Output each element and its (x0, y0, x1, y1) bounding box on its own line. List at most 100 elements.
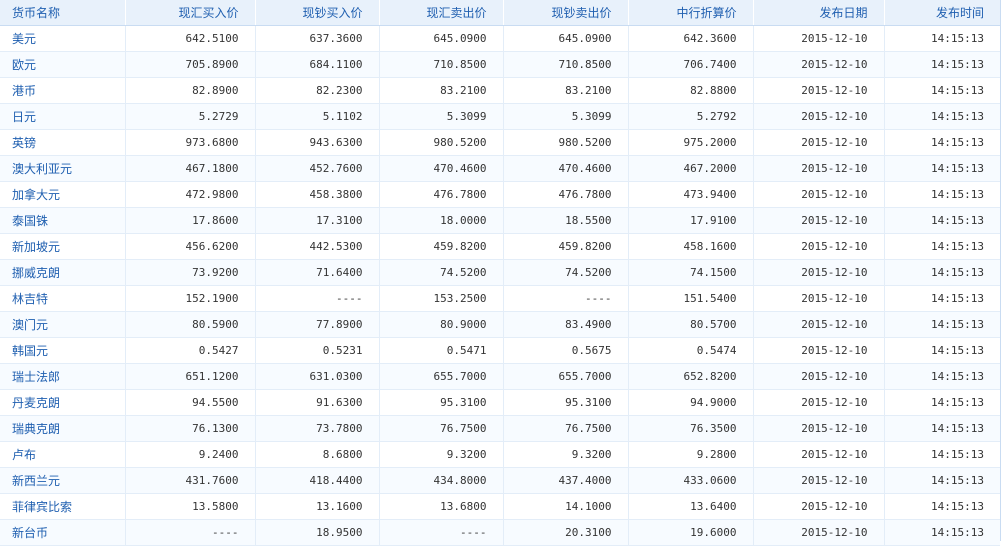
header-spot-buy-rate: 现汇买入价 (125, 0, 256, 26)
conversion-rate-cell: 151.5400 (628, 285, 754, 312)
conversion-rate-cell: 0.5474 (628, 337, 754, 364)
table-row: 瑞士法郎 651.1200 631.0300 655.7000 655.7000 652.… (0, 363, 1000, 390)
conversion-rate-cell: 19.6000 (628, 519, 754, 546)
table-row: 林吉特 152.1900 ---- 153.2500 ---- 151.5400 2015-… (0, 285, 1000, 312)
conversion-rate-cell: 642.3600 (628, 25, 754, 52)
cash-sell-cell: 14.1000 (503, 493, 629, 520)
publish-time-cell: 14:15:13 (884, 389, 1000, 416)
spot-sell-cell: 153.2500 (379, 285, 504, 312)
publish-date-cell: 2015-12-10 (753, 259, 885, 286)
table-row: 菲律宾比索 13.5800 13.1600 13.6800 14.1000 13.6400… (0, 493, 1000, 520)
cash-buy-cell: 5.1102 (255, 103, 380, 130)
publish-date-cell: 2015-12-10 (753, 519, 885, 546)
currency-name-cell: 瑞典克朗 (0, 415, 126, 442)
publish-time-cell: 14:15:13 (884, 363, 1000, 390)
publish-date-cell: 2015-12-10 (753, 207, 885, 234)
spot-sell-cell: 459.8200 (379, 233, 504, 260)
spot-sell-cell: 18.0000 (379, 207, 504, 234)
conversion-rate-cell: 473.9400 (628, 181, 754, 208)
table-row: 港币 82.8900 82.2300 83.2100 83.2100 82.8800 201… (0, 77, 1000, 104)
publish-date-cell: 2015-12-10 (753, 415, 885, 442)
publish-date-cell: 2015-12-10 (753, 285, 885, 312)
publish-time-cell: 14:15:13 (884, 25, 1000, 52)
conversion-rate-cell: 80.5700 (628, 311, 754, 338)
cash-buy-cell: ---- (255, 285, 380, 312)
cash-buy-cell: 418.4400 (255, 467, 380, 494)
cash-buy-cell: 73.7800 (255, 415, 380, 442)
spot-buy-cell: ---- (125, 519, 256, 546)
cash-sell-cell: 9.3200 (503, 441, 629, 468)
exchange-rate-table: 货币名称 现汇买入价 现钞买入价 现汇卖出价 现钞卖出价 中行折算价 发布日期 … (0, 0, 1000, 546)
currency-name-cell: 菲律宾比索 (0, 493, 126, 520)
spot-sell-cell: ---- (379, 519, 504, 546)
spot-sell-cell: 645.0900 (379, 25, 504, 52)
header-cash-buy-rate: 现钞买入价 (255, 0, 380, 26)
spot-sell-cell: 434.8000 (379, 467, 504, 494)
spot-buy-cell: 17.8600 (125, 207, 256, 234)
conversion-rate-cell: 94.9000 (628, 389, 754, 416)
cash-sell-cell: 980.5200 (503, 129, 629, 156)
currency-name-cell: 泰国铢 (0, 207, 126, 234)
currency-name-cell: 挪威克朗 (0, 259, 126, 286)
publish-time-cell: 14:15:13 (884, 467, 1000, 494)
spot-buy-cell: 5.2729 (125, 103, 256, 130)
cash-buy-cell: 17.3100 (255, 207, 380, 234)
publish-time-cell: 14:15:13 (884, 103, 1000, 130)
table-row: 美元 642.5100 637.3600 645.0900 645.0900 642.36… (0, 25, 1000, 52)
cash-sell-cell: 459.8200 (503, 233, 629, 260)
cash-buy-cell: 91.6300 (255, 389, 380, 416)
publish-date-cell: 2015-12-10 (753, 337, 885, 364)
publish-time-cell: 14:15:13 (884, 207, 1000, 234)
cash-buy-cell: 82.2300 (255, 77, 380, 104)
spot-buy-cell: 94.5500 (125, 389, 256, 416)
cash-sell-cell: 645.0900 (503, 25, 629, 52)
spot-buy-cell: 973.6800 (125, 129, 256, 156)
spot-sell-cell: 476.7800 (379, 181, 504, 208)
cash-sell-cell: 83.4900 (503, 311, 629, 338)
cash-buy-cell: 18.9500 (255, 519, 380, 546)
currency-name-cell: 丹麦克朗 (0, 389, 126, 416)
table-row: 英镑 973.6800 943.6300 980.5200 980.5200 975.20… (0, 129, 1000, 156)
table-row: 新西兰元 431.7600 418.4400 434.8000 437.4000 433.… (0, 467, 1000, 494)
spot-sell-cell: 80.9000 (379, 311, 504, 338)
conversion-rate-cell: 433.0600 (628, 467, 754, 494)
currency-name-cell: 新加坡元 (0, 233, 126, 260)
conversion-rate-cell: 706.7400 (628, 51, 754, 78)
publish-time-cell: 14:15:13 (884, 519, 1000, 546)
currency-name-cell: 港币 (0, 77, 126, 104)
publish-date-cell: 2015-12-10 (753, 389, 885, 416)
publish-time-cell: 14:15:13 (884, 129, 1000, 156)
cash-sell-cell: 76.7500 (503, 415, 629, 442)
table-row: 澳门元 80.5900 77.8900 80.9000 83.4900 80.5700 20… (0, 311, 1000, 338)
table-row: 瑞典克朗 76.1300 73.7800 76.7500 76.7500 76.3500 2… (0, 415, 1000, 442)
cash-sell-cell: 476.7800 (503, 181, 629, 208)
spot-buy-cell: 705.8900 (125, 51, 256, 78)
publish-date-cell: 2015-12-10 (753, 233, 885, 260)
cash-buy-cell: 8.6800 (255, 441, 380, 468)
spot-buy-cell: 73.9200 (125, 259, 256, 286)
cash-buy-cell: 637.3600 (255, 25, 380, 52)
cash-buy-cell: 631.0300 (255, 363, 380, 390)
spot-sell-cell: 710.8500 (379, 51, 504, 78)
spot-sell-cell: 9.3200 (379, 441, 504, 468)
spot-buy-cell: 80.5900 (125, 311, 256, 338)
currency-name-cell: 新台币 (0, 519, 126, 546)
currency-name-cell: 新西兰元 (0, 467, 126, 494)
currency-name-cell: 澳大利亚元 (0, 155, 126, 182)
publish-date-cell: 2015-12-10 (753, 181, 885, 208)
publish-date-cell: 2015-12-10 (753, 441, 885, 468)
table-row: 丹麦克朗 94.5500 91.6300 95.3100 95.3100 94.9000 2… (0, 389, 1000, 416)
spot-buy-cell: 431.7600 (125, 467, 256, 494)
publish-time-cell: 14:15:13 (884, 493, 1000, 520)
currency-name-cell: 瑞士法郎 (0, 363, 126, 390)
spot-buy-cell: 0.5427 (125, 337, 256, 364)
publish-time-cell: 14:15:13 (884, 441, 1000, 468)
cash-buy-cell: 77.8900 (255, 311, 380, 338)
conversion-rate-cell: 9.2800 (628, 441, 754, 468)
spot-sell-cell: 980.5200 (379, 129, 504, 156)
conversion-rate-cell: 5.2792 (628, 103, 754, 130)
publish-date-cell: 2015-12-10 (753, 77, 885, 104)
cash-buy-cell: 452.7600 (255, 155, 380, 182)
cash-buy-cell: 684.1100 (255, 51, 380, 78)
header-publish-date: 发布日期 (753, 0, 885, 26)
